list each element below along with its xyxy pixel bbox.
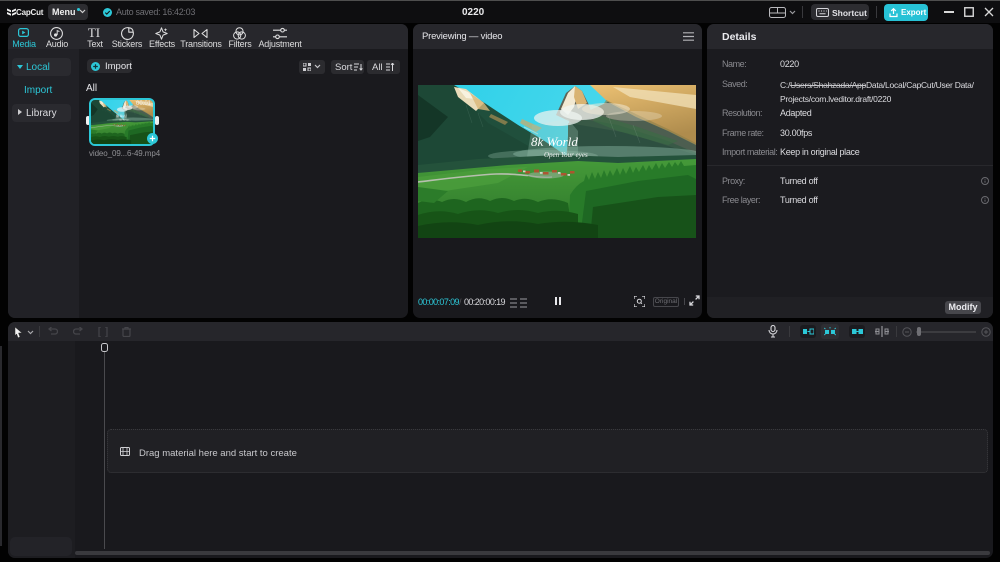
- svg-text:8k World: 8k World: [531, 134, 578, 149]
- svg-text:Open Your eyes: Open Your eyes: [544, 151, 588, 159]
